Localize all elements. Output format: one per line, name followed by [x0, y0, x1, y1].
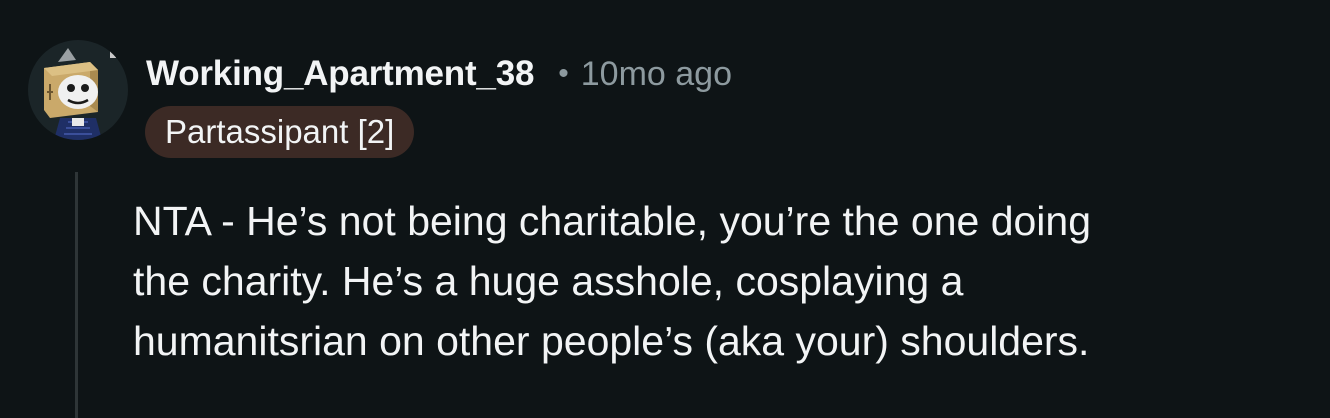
comment-body-line: humanitsrian on other people’s (aka your…: [133, 318, 1090, 364]
comment-body: NTA - He’s not being charitable, you’re …: [133, 196, 1313, 376]
snoo-box-head-avatar-icon: [44, 48, 116, 140]
avatar[interactable]: [28, 40, 128, 140]
separator-dot: •: [558, 57, 569, 90]
username-link[interactable]: Working_Apartment_38: [146, 54, 534, 94]
comment-body-line: the charity. He’s a huge asshole, cospla…: [133, 258, 964, 304]
comment: Working_Apartment_38 • 10mo ago Partassi…: [0, 0, 1330, 418]
thread-line[interactable]: [75, 172, 78, 418]
timestamp[interactable]: 10mo ago: [581, 55, 732, 94]
comment-body-line: NTA - He’s not being charitable, you’re …: [133, 198, 1092, 244]
user-flair-badge: Partassipant [2]: [145, 106, 415, 158]
comment-header: Working_Apartment_38 • 10mo ago: [146, 50, 732, 98]
